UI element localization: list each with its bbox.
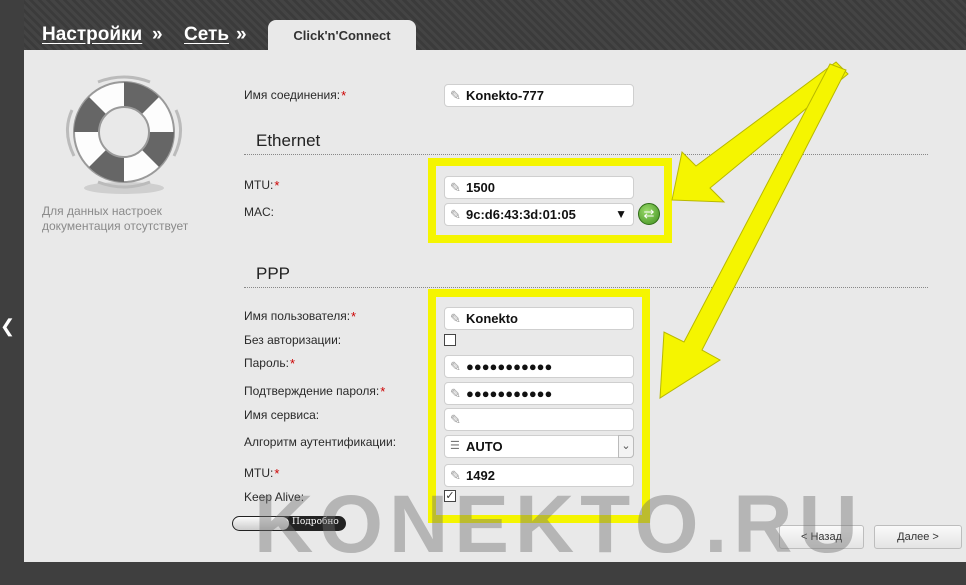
arrow-to-ppp xyxy=(659,63,847,399)
annotation-arrows xyxy=(659,61,849,399)
